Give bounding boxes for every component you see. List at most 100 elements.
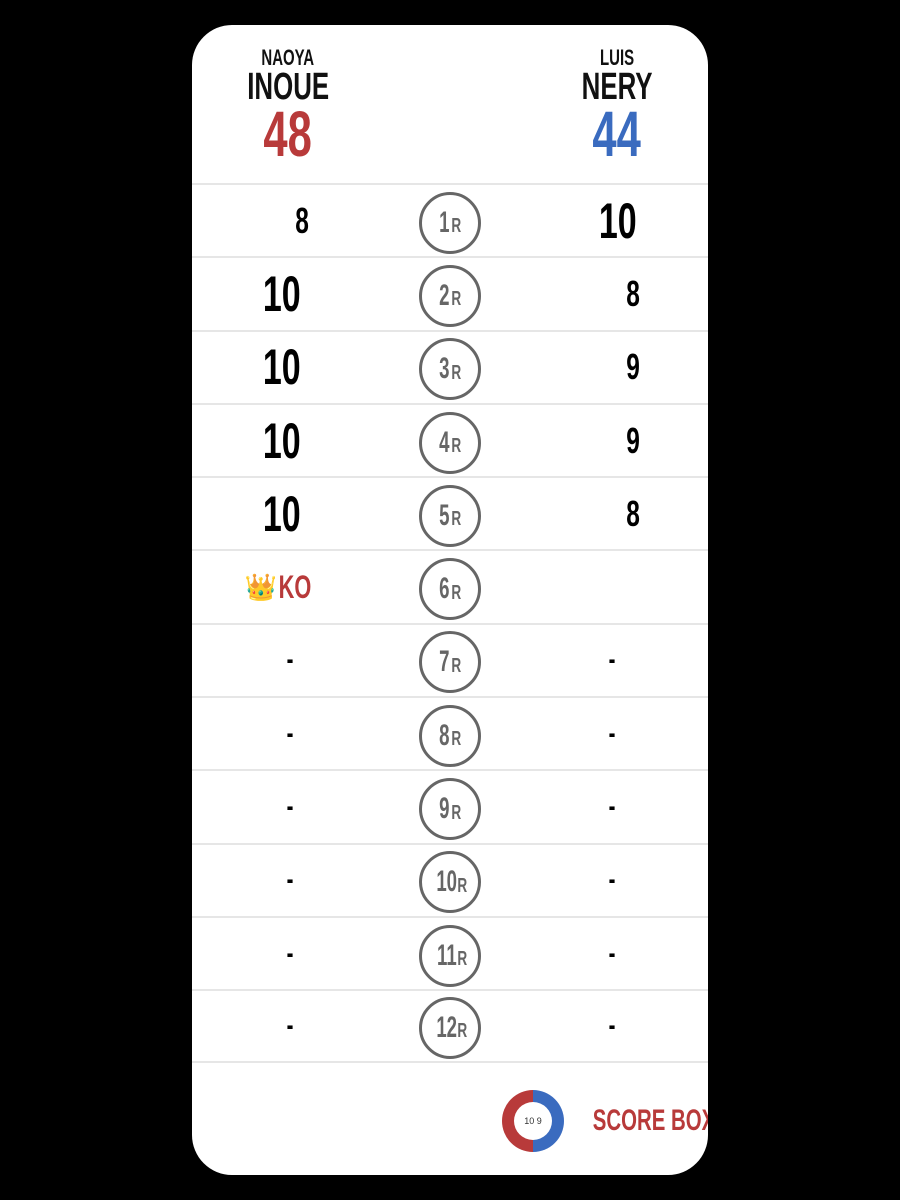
right-score-cell: 10 xyxy=(528,185,708,256)
round-badge: 3R xyxy=(419,338,481,401)
right-score-cell: - xyxy=(528,991,708,1060)
left-score-cell: 10 xyxy=(192,405,372,476)
round-number: 9 xyxy=(439,792,450,826)
right-score-cell: 9 xyxy=(528,405,708,476)
round-row: 10 4 R 9 xyxy=(192,402,708,476)
right-score: - xyxy=(608,863,616,897)
round-badge: 9R xyxy=(419,778,481,841)
left-score: 8 xyxy=(295,199,309,241)
scorecard: NAOYA INOUE 48 LUIS NERY 44 8 1 R 10 10 2 R 8 10… xyxy=(192,25,708,1175)
left-score: - xyxy=(286,1008,294,1042)
round-number: 4 xyxy=(439,425,450,459)
round-badge: 1R xyxy=(419,191,481,254)
round-suffix: R xyxy=(457,1020,468,1043)
crown-icon: 👑 xyxy=(244,571,278,602)
right-score: - xyxy=(608,790,616,824)
fighter-right-total: 44 xyxy=(592,98,642,170)
round-number: 3 xyxy=(439,352,450,386)
round-badge: 12 R xyxy=(419,996,481,1059)
round-row: - 7R - xyxy=(192,622,708,696)
fighter-left-total: 48 xyxy=(263,98,313,170)
rounds-table: 8 1 R 10 10 2 R 8 10 3 R 9 10 4 R 9 10 5 R 8 👑 KO 6 R -7 R - -8 R - -9… xyxy=(192,183,708,1063)
round-row: 8 1 R 10 xyxy=(192,183,708,256)
round-number: 11 xyxy=(436,938,457,972)
left-score-cell: 10 xyxy=(192,332,372,403)
left-score: - xyxy=(286,936,294,970)
left-score: - xyxy=(286,863,294,897)
right-score: - xyxy=(608,643,616,677)
right-score: 9 xyxy=(626,346,640,388)
left-score: - xyxy=(286,716,294,750)
left-score-cell: - xyxy=(192,991,380,1060)
left-score-cell: 10 xyxy=(192,478,372,549)
round-suffix: R xyxy=(451,288,462,311)
right-score: 8 xyxy=(626,492,640,534)
right-score: 8 xyxy=(626,272,640,314)
left-score: 10 xyxy=(263,412,301,469)
right-score-cell: - xyxy=(528,698,708,769)
right-score-cell: - xyxy=(528,918,708,989)
round-row: - 10 R - xyxy=(192,842,708,916)
right-score-cell: 9 xyxy=(528,332,708,403)
round-number: 12 xyxy=(436,1010,458,1044)
round-badge: 2R xyxy=(419,264,481,327)
round-badge: 5R xyxy=(419,484,481,547)
round-suffix: R xyxy=(451,654,462,677)
brand-name: SCORE BOX xyxy=(592,1104,708,1137)
left-score-cell: 10 xyxy=(192,258,372,329)
round-suffix: R xyxy=(451,801,462,824)
round-number: 8 xyxy=(439,718,450,752)
brand: 10 9 SCORE BOX xyxy=(502,1090,708,1152)
round-badge: 6R xyxy=(419,558,481,621)
round-number: 1 xyxy=(439,205,450,239)
round-suffix: R xyxy=(451,215,462,238)
round-row: 10 5 R 8 xyxy=(192,476,708,549)
left-score: - xyxy=(286,643,294,677)
round-row: - 12 R - xyxy=(192,989,708,1063)
right-score: - xyxy=(608,1008,616,1042)
right-score: 10 xyxy=(599,192,637,249)
round-suffix: R xyxy=(451,508,462,531)
right-score: 9 xyxy=(626,419,640,461)
round-badge: 11 R xyxy=(419,924,481,987)
round-row: 10 3 R 9 xyxy=(192,329,708,403)
round-suffix: R xyxy=(456,948,467,971)
fighter-right: LUIS NERY 44 xyxy=(517,47,708,170)
round-number: 6 xyxy=(439,572,450,606)
round-badge: 4R xyxy=(419,411,481,474)
fighter-left: NAOYA INOUE 48 xyxy=(192,47,388,170)
round-suffix: R xyxy=(451,361,462,384)
right-score-cell xyxy=(528,551,708,622)
round-badge: 8R xyxy=(419,704,481,767)
right-score-cell: - xyxy=(528,625,708,696)
right-score-cell: 8 xyxy=(528,258,708,329)
round-suffix: R xyxy=(451,435,462,458)
left-score-cell: 8 xyxy=(192,185,392,256)
boxing-gloves-icon: 10 9 xyxy=(514,1102,552,1140)
right-score-cell: - xyxy=(528,845,708,916)
right-score-cell: - xyxy=(528,771,708,842)
left-score-cell: - xyxy=(192,771,380,842)
round-row: - 11 R - xyxy=(192,915,708,989)
round-row: 10 2 R 8 xyxy=(192,256,708,329)
round-row: 👑 KO 6 R xyxy=(192,549,708,622)
round-number: 2 xyxy=(439,278,450,312)
score-box-logo: 10 9 xyxy=(502,1090,564,1152)
round-row: - 9R - xyxy=(192,769,708,842)
left-score: KO xyxy=(278,568,312,605)
left-score-cell: - xyxy=(192,698,380,769)
round-suffix: R xyxy=(457,874,468,897)
round-row: - 8R - xyxy=(192,696,708,769)
round-badge: 7R xyxy=(419,631,481,694)
right-score-cell: 8 xyxy=(528,478,708,549)
logo-text-right: 9 xyxy=(536,1116,542,1126)
left-score: 10 xyxy=(263,339,301,396)
right-score: - xyxy=(608,936,616,970)
left-score-cell: - xyxy=(192,625,380,696)
left-score-cell: - xyxy=(192,918,380,989)
left-score: 10 xyxy=(263,265,301,322)
round-badge: 10 R xyxy=(419,851,481,914)
round-suffix: R xyxy=(451,728,462,751)
round-number: 7 xyxy=(439,645,450,679)
right-score: - xyxy=(608,716,616,750)
